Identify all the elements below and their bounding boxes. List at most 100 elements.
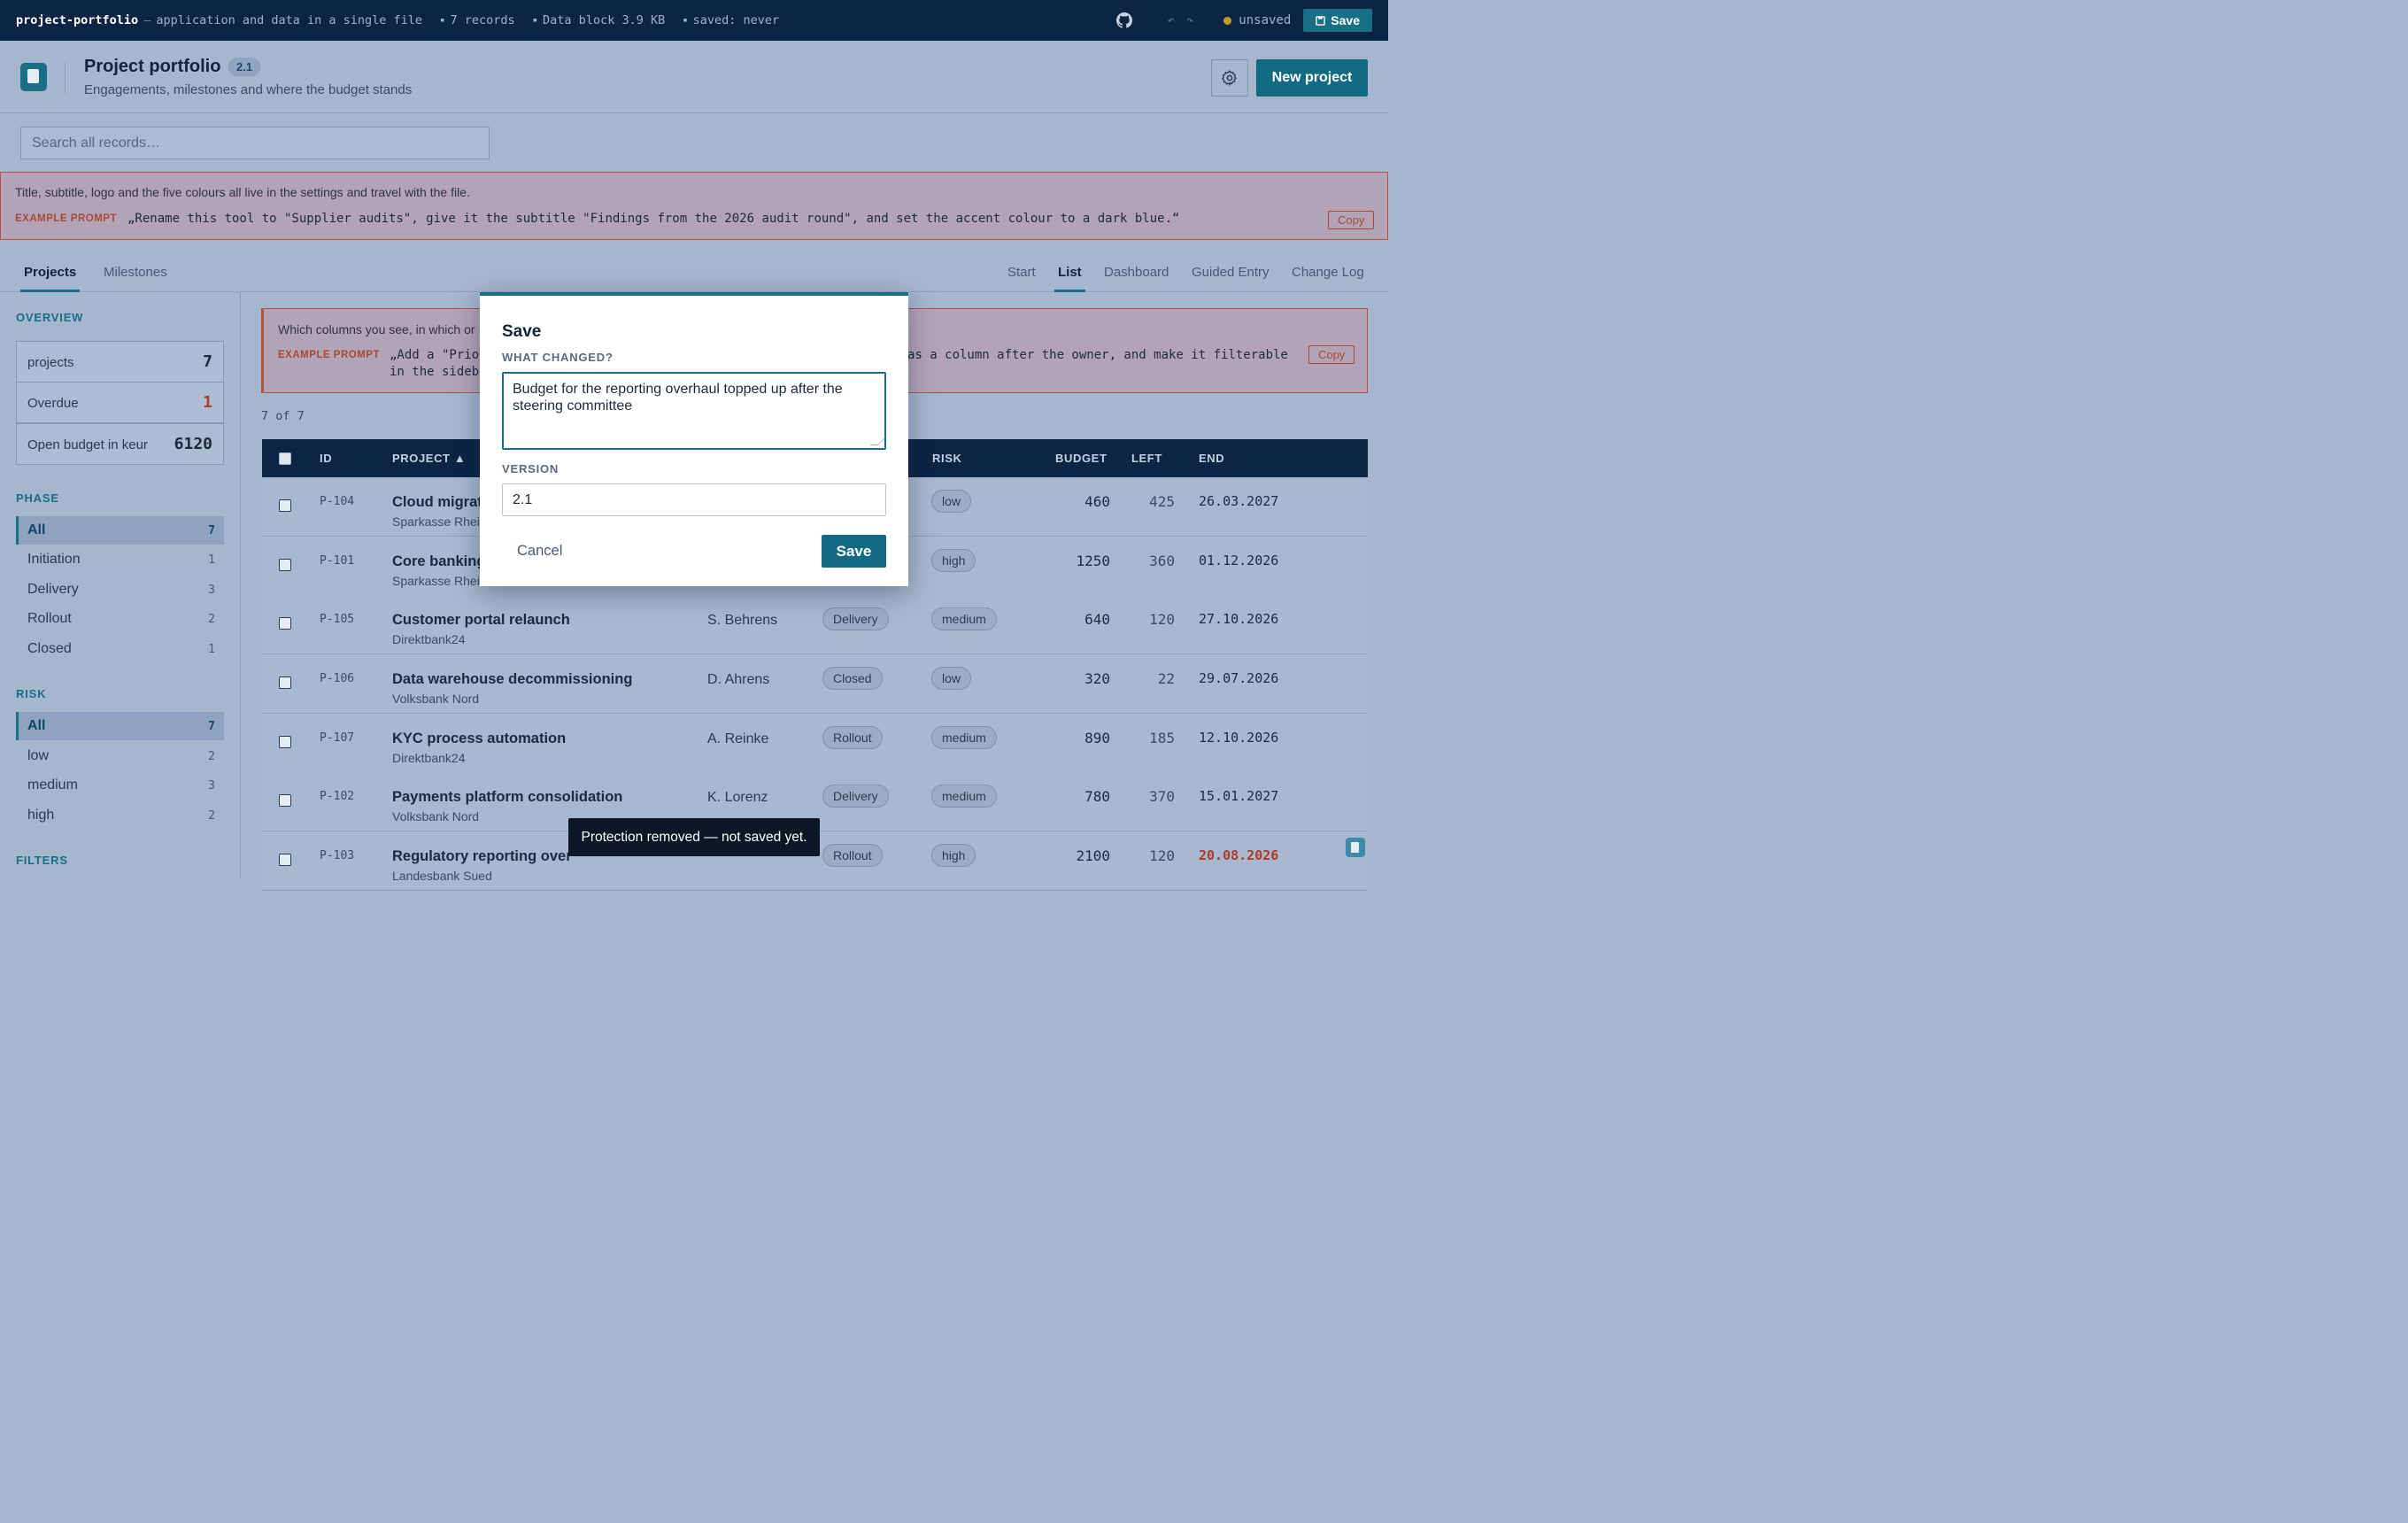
tab-milestones[interactable]: Milestones [104, 265, 167, 280]
risk-filter-all[interactable]: All 7 [16, 712, 224, 740]
cancel-button[interactable]: Cancel [517, 543, 562, 560]
stat-open-budget: Open budget in keur 6120 [16, 423, 224, 465]
save-button[interactable]: Save [822, 535, 886, 568]
filter-label: high [27, 808, 55, 823]
tab-projects[interactable]: Projects [19, 265, 81, 292]
row-owner: S. Behrens [707, 613, 778, 628]
column-left[interactable]: LEFT [1131, 452, 1162, 465]
github-icon[interactable] [1115, 12, 1132, 28]
copy-prompt-button[interactable]: Copy [1328, 211, 1375, 229]
row-left: 120 [1149, 611, 1175, 628]
filter-count: 1 [208, 643, 215, 656]
risk-filter-high[interactable]: high 2 [16, 801, 224, 830]
phase-badge: Closed [822, 667, 883, 690]
risk-filter-medium[interactable]: medium 3 [16, 771, 224, 800]
column-end[interactable]: END [1199, 452, 1224, 465]
row-project-name[interactable]: Regulatory reporting over [392, 848, 572, 865]
phase-filter-initiation[interactable]: Initiation 1 [16, 545, 224, 574]
floppy-icon [1316, 15, 1326, 26]
column-id[interactable]: ID [320, 452, 332, 465]
row-id: P-105 [320, 613, 355, 626]
row-budget: 320 [1084, 670, 1110, 687]
table-row[interactable]: P-107 KYC process automation Direktbank2… [262, 714, 1368, 773]
row-client: Direktbank24 [392, 751, 466, 765]
settings-button[interactable] [1211, 59, 1248, 97]
result-count: 7 of 7 [261, 409, 305, 423]
column-project[interactable]: PROJECT ▲ [392, 452, 466, 465]
tab-list[interactable]: List [1054, 265, 1085, 292]
row-end-date: 12.10.2026 [1199, 730, 1279, 746]
row-project-name[interactable]: Payments platform consolidation [392, 789, 622, 806]
table-row[interactable]: P-105 Customer portal relaunch Direktban… [262, 595, 1368, 654]
column-risk[interactable]: RISK [932, 452, 961, 465]
stat-value: 7 [203, 352, 212, 371]
table-row[interactable]: P-106 Data warehouse decommissioning Vol… [262, 654, 1368, 714]
row-client: Sparkasse Rhei [392, 574, 480, 588]
stat-label: Open budget in keur [27, 437, 148, 452]
risk-badge: medium [931, 607, 997, 630]
row-project-name[interactable]: Core banking [392, 553, 485, 570]
search-input[interactable]: Search all records… [20, 127, 490, 159]
data-block-size: Data block 3.9 KB [533, 13, 665, 27]
row-checkbox[interactable] [279, 559, 291, 571]
tab-dashboard[interactable]: Dashboard [1104, 265, 1169, 280]
banner-text: Which columns you see, in which or [278, 322, 475, 336]
toast-notification: Protection removed — not saved yet. [568, 818, 820, 856]
example-prompt-label: EXAMPLE PROMPT [15, 213, 117, 224]
phase-filter-all[interactable]: All 7 [16, 516, 224, 545]
resize-handle-icon[interactable] [869, 437, 886, 445]
phase-heading: PHASE [16, 491, 59, 505]
topbar-save-button[interactable]: Save [1303, 9, 1372, 32]
risk-badge: low [931, 490, 972, 513]
undo-icon[interactable]: ↶ [1168, 14, 1175, 27]
row-checkbox[interactable] [279, 736, 291, 748]
example-prompt-text: „Add a "Prior [390, 348, 487, 362]
risk-filter-low[interactable]: low 2 [16, 742, 224, 770]
tab-guided-entry[interactable]: Guided Entry [1192, 265, 1270, 280]
phase-filter-rollout[interactable]: Rollout 2 [16, 605, 224, 633]
app-name: project-portfolio [16, 13, 139, 27]
row-end-date: 15.01.2027 [1199, 788, 1279, 804]
redo-icon[interactable]: ↷ [1186, 14, 1193, 27]
row-owner: D. Ahrens [707, 672, 770, 687]
phase-badge: Rollout [822, 844, 883, 867]
page-header: Project portfolio 2.1 Engagements, miles… [0, 41, 1388, 113]
stat-overdue: Overdue 1 [16, 382, 224, 423]
column-budget[interactable]: BUDGET [1055, 452, 1108, 465]
tab-change-log[interactable]: Change Log [1292, 265, 1364, 280]
saved-status: saved: never [683, 13, 780, 27]
select-all-checkbox[interactable] [279, 452, 291, 465]
row-checkbox[interactable] [279, 854, 291, 866]
phase-badge: Delivery [822, 785, 889, 808]
row-project-name[interactable]: KYC process automation [392, 731, 566, 747]
phase-filter-closed[interactable]: Closed 1 [16, 635, 224, 663]
example-prompt-text: „Rename this tool to "Supplier audits", … [127, 212, 1180, 226]
row-checkbox[interactable] [279, 676, 291, 689]
row-id: P-104 [320, 495, 355, 508]
row-checkbox[interactable] [279, 617, 291, 630]
risk-badge: medium [931, 785, 997, 808]
row-checkbox[interactable] [279, 794, 291, 807]
header-divider [65, 62, 66, 94]
row-project-name[interactable]: Cloud migrat [392, 494, 482, 511]
tab-start[interactable]: Start [1007, 265, 1036, 280]
filters-heading: FILTERS [16, 854, 68, 867]
stat-label: projects [27, 355, 74, 370]
phase-badge: Rollout [822, 726, 883, 749]
row-left: 425 [1149, 493, 1175, 510]
row-id: P-102 [320, 790, 355, 803]
new-project-button[interactable]: New project [1256, 59, 1368, 97]
risk-badge: medium [931, 726, 997, 749]
what-changed-textarea[interactable]: Budget for the reporting overhaul topped… [502, 372, 886, 450]
version-input[interactable]: 2.1 [502, 483, 886, 516]
row-client: Volksbank Nord [392, 809, 480, 823]
app-logo-icon [20, 63, 47, 91]
row-project-name[interactable]: Customer portal relaunch [392, 612, 570, 629]
row-project-name[interactable]: Data warehouse decommissioning [392, 671, 632, 688]
phase-filter-delivery[interactable]: Delivery 3 [16, 576, 224, 604]
top-bar: project-portfolio — application and data… [0, 0, 1388, 41]
row-left: 22 [1157, 670, 1175, 687]
copy-prompt-button[interactable]: Copy [1308, 345, 1355, 364]
record-document-icon[interactable] [1346, 838, 1365, 857]
row-checkbox[interactable] [279, 499, 291, 512]
